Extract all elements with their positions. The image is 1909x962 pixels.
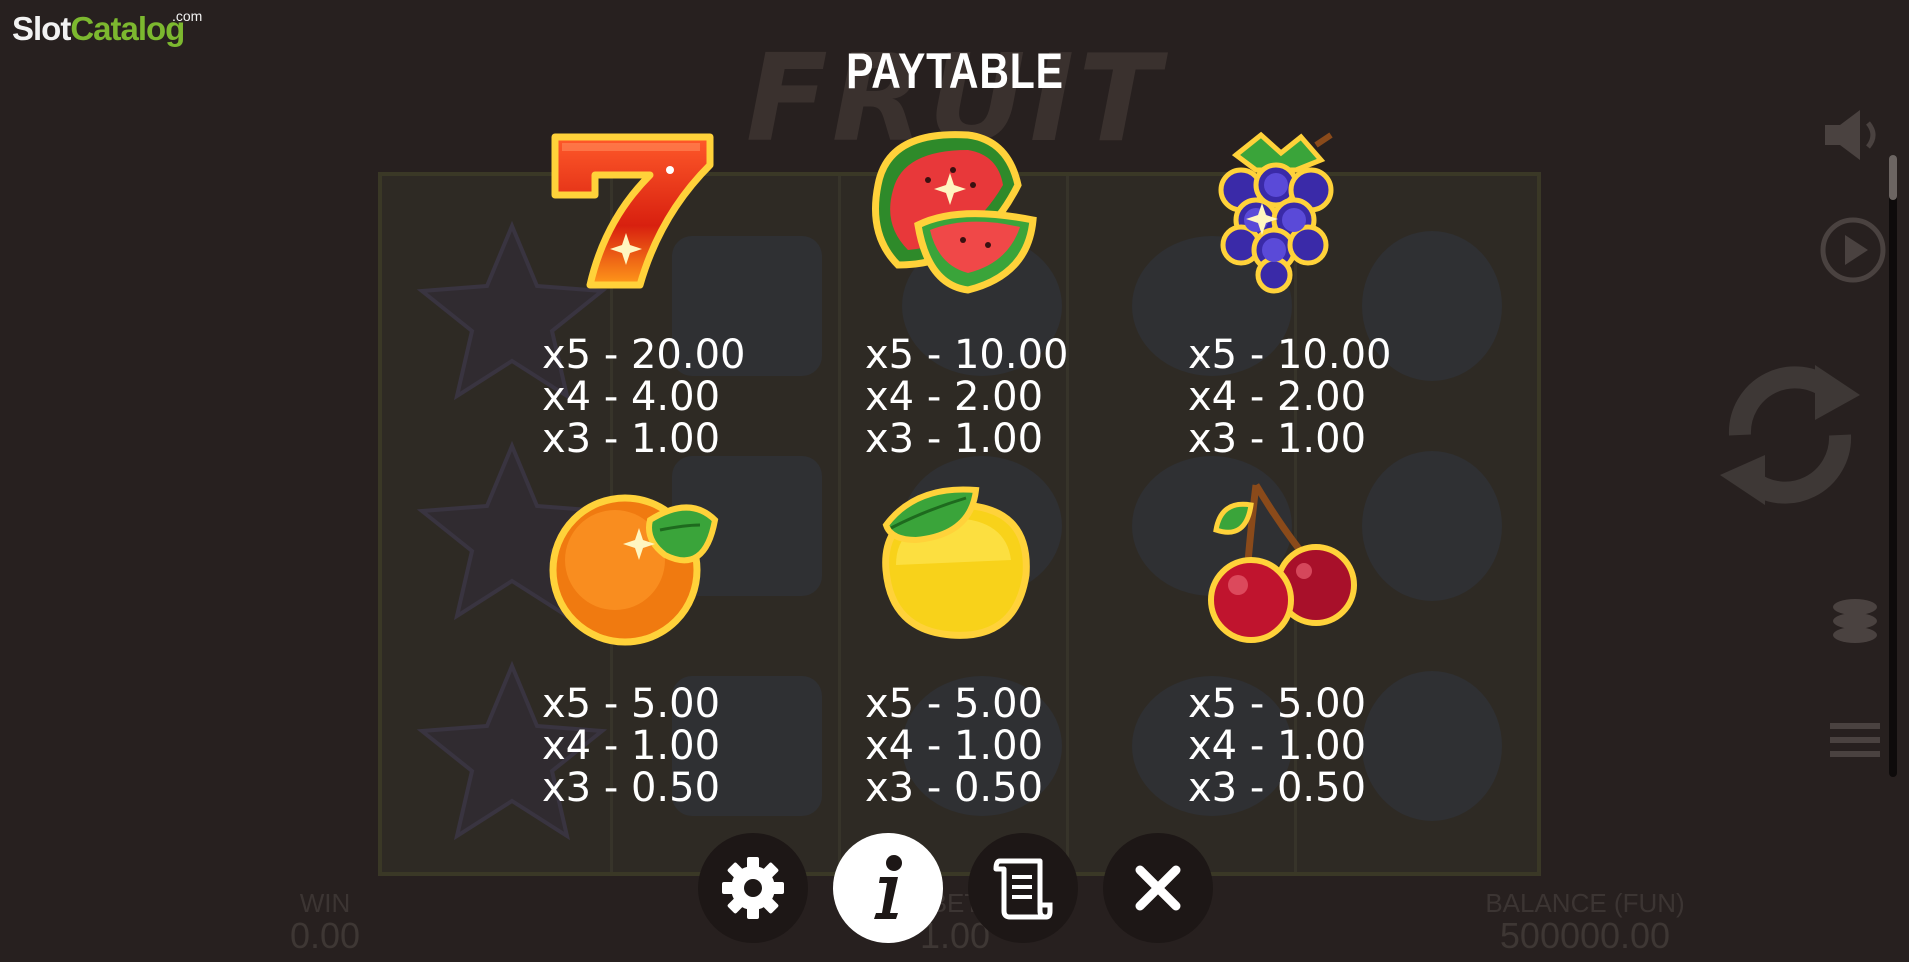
paytable-values-seven: x5 - 20.00 x4 - 4.00 x3 - 1.00 bbox=[542, 334, 802, 460]
pay-line: x5 - 20.00 bbox=[542, 332, 746, 378]
pay-line: x5 - 5.00 bbox=[1188, 681, 1367, 727]
info-button[interactable] bbox=[833, 833, 943, 943]
paytable-values-cherry: x5 - 5.00 x4 - 1.00 x3 - 0.50 bbox=[1188, 683, 1448, 809]
win-value: 0.00 bbox=[289, 915, 361, 956]
pay-line: x4 - 2.00 bbox=[1188, 374, 1367, 420]
pay-line: x5 - 10.00 bbox=[865, 332, 1069, 378]
paytable-values-lemon: x5 - 5.00 x4 - 1.00 x3 - 0.50 bbox=[865, 683, 1125, 809]
coins-icon[interactable] bbox=[1825, 595, 1885, 655]
menu-icon[interactable] bbox=[1825, 715, 1885, 765]
pay-line: x4 - 2.00 bbox=[865, 374, 1044, 420]
paytable-values-watermelon: x5 - 10.00 x4 - 2.00 x3 - 1.00 bbox=[865, 334, 1125, 460]
pay-line: x4 - 1.00 bbox=[1188, 723, 1367, 769]
orange-icon bbox=[549, 494, 719, 646]
scrollbar-track[interactable] bbox=[1889, 155, 1897, 777]
pay-line: x4 - 1.00 bbox=[865, 723, 1044, 769]
watermelon-icon bbox=[872, 131, 1037, 294]
pay-line: x4 - 1.00 bbox=[542, 723, 721, 769]
pay-line: x3 - 0.50 bbox=[1188, 765, 1367, 811]
cherry-icon bbox=[1208, 483, 1357, 643]
scroll-icon bbox=[993, 858, 1053, 920]
grapes-icon bbox=[1218, 131, 1334, 294]
gear-icon bbox=[722, 857, 784, 919]
pay-line: x5 - 5.00 bbox=[865, 681, 1044, 727]
settings-button[interactable] bbox=[698, 833, 808, 943]
logo-text-catalog: Catalog bbox=[70, 10, 185, 47]
close-button[interactable] bbox=[1103, 833, 1213, 943]
pay-line: x3 - 1.00 bbox=[542, 416, 721, 462]
slotcatalog-logo: SlotCatalog .com bbox=[12, 8, 202, 48]
paytable-values-orange: x5 - 5.00 x4 - 1.00 x3 - 0.50 bbox=[542, 683, 802, 809]
scrollbar-thumb[interactable] bbox=[1889, 155, 1897, 200]
autoplay-icon[interactable] bbox=[1818, 215, 1888, 285]
info-icon bbox=[874, 855, 902, 919]
pay-line: x3 - 0.50 bbox=[542, 765, 721, 811]
pay-line: x5 - 10.00 bbox=[1188, 332, 1392, 378]
rules-button[interactable] bbox=[968, 833, 1078, 943]
pay-line: x3 - 1.00 bbox=[865, 416, 1044, 462]
logo-text-com: .com bbox=[172, 8, 203, 24]
pay-line: x3 - 1.00 bbox=[1188, 416, 1367, 462]
pay-line: x3 - 0.50 bbox=[865, 765, 1044, 811]
lemon-icon bbox=[882, 486, 1030, 639]
seven-icon bbox=[551, 133, 714, 289]
logo-text-slot: Slot bbox=[12, 10, 71, 47]
spin-icon[interactable] bbox=[1710, 350, 1870, 520]
pay-line: x4 - 4.00 bbox=[542, 374, 721, 420]
paytable-values-grapes: x5 - 10.00 x4 - 2.00 x3 - 1.00 bbox=[1188, 334, 1448, 460]
pay-line: x5 - 5.00 bbox=[542, 681, 721, 727]
sound-icon[interactable] bbox=[1820, 105, 1890, 165]
balance-value: 500000.00 bbox=[1499, 915, 1671, 956]
paytable-title: PAYTABLE bbox=[846, 43, 1064, 99]
close-icon bbox=[1135, 865, 1181, 911]
